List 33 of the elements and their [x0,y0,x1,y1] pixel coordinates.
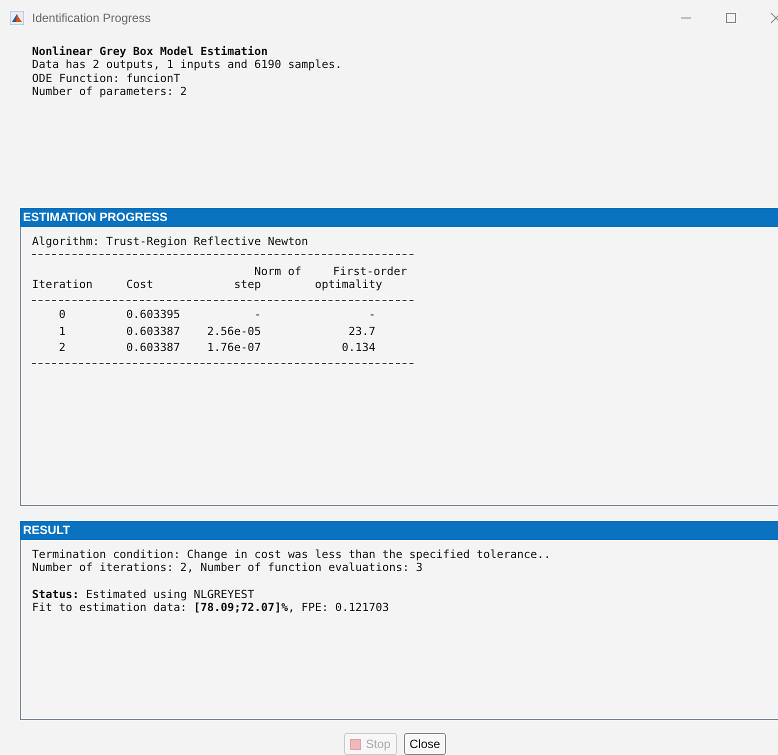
table-cell-text: 0 [58,307,67,324]
table-cell-text: 23.7 [348,324,376,340]
result-line: Termination condition: Change in cost was less than the specified tolerance.. [32,548,552,562]
close-button[interactable]: Close [404,733,446,755]
table-cell-text: - [368,307,376,324]
algorithm-text: Algorithm: Trust-Region Reflective Newton [32,235,310,248]
table-cell-text: 0.603395 [125,307,180,324]
table-cell-text: 1 [58,324,67,340]
summary-heading: Nonlinear Grey Box Model Estimation [32,45,269,58]
table-cell-text: - [253,307,262,324]
table-cell-text: 0.603387 [125,340,180,356]
summary-line: ODE Function: funcionT [32,72,182,85]
table-cell-text: 1.76e-07 [206,340,262,356]
column-header: Cost [126,278,154,292]
summary-line: Data has 2 outputs, 1 inputs and 6190 samples. [32,58,343,72]
table-cell-text: 2 [58,340,67,356]
app-logo-icon [10,11,24,25]
maximize-icon[interactable] [725,12,737,24]
result-line: Number of iterations: 2, Number of function evaluations: 3 [32,561,424,575]
table-cell-text: 2.56e-05 [206,324,262,340]
column-header: optimality [314,278,382,292]
table-cell-text: 0.134 [340,340,376,356]
result-line: Fit to estimation data: [78.09;72.07]%, FPE: 0.121703 [32,600,390,614]
column-header: step [234,278,261,292]
window-title: Identification Progress [32,11,151,25]
result-line: Status: Estimated using NLGREYEST [32,588,256,601]
panel-title: ESTIMATION PROGRESS [20,208,778,227]
summary-line: Number of parameters: 2 [32,84,188,98]
column-header: Norm of [254,264,302,278]
panel-title: RESULT [20,521,778,540]
column-header: First-order [333,264,408,278]
table-cell-text: 0.603387 [125,324,180,340]
column-header: Iteration [32,278,93,292]
